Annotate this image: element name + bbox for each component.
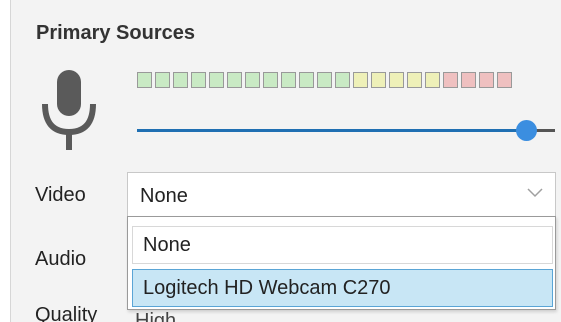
meter-segment <box>407 72 422 88</box>
video-select[interactable]: None <box>127 172 556 217</box>
quality-select-value[interactable]: High <box>135 310 176 322</box>
meter-segment <box>155 72 170 88</box>
video-option-none[interactable]: None <box>132 226 553 264</box>
meter-segment <box>299 72 314 88</box>
meter-segment <box>281 72 296 88</box>
meter-segment <box>353 72 368 88</box>
meter-segment <box>209 72 224 88</box>
primary-sources-panel: Primary Sources Video None Audio Quality… <box>10 0 561 322</box>
audio-label: Audio <box>35 248 87 270</box>
meter-segment <box>173 72 188 88</box>
chevron-down-icon <box>527 188 543 198</box>
quality-label: Quality <box>35 304 98 322</box>
meter-segment <box>227 72 242 88</box>
meter-segment <box>335 72 350 88</box>
meter-segment <box>245 72 260 88</box>
meter-segment <box>137 72 152 88</box>
video-dropdown-list: None Logitech HD Webcam C270 <box>127 216 556 310</box>
meter-segment <box>371 72 386 88</box>
meter-segment <box>443 72 458 88</box>
video-option-logitech[interactable]: Logitech HD Webcam C270 <box>132 269 553 307</box>
microphone-icon <box>42 70 96 150</box>
volume-meter <box>137 72 512 88</box>
meter-segment <box>191 72 206 88</box>
meter-segment <box>263 72 278 88</box>
meter-segment <box>479 72 494 88</box>
meter-segment <box>389 72 404 88</box>
meter-segment <box>317 72 332 88</box>
meter-segment <box>497 72 512 88</box>
meter-segment <box>461 72 476 88</box>
section-title: Primary Sources <box>36 22 195 44</box>
video-label: Video <box>35 184 86 206</box>
slider-track-filled <box>137 129 526 132</box>
volume-slider[interactable] <box>137 118 555 142</box>
slider-thumb[interactable] <box>515 120 537 141</box>
meter-segment <box>425 72 440 88</box>
video-select-value: None <box>140 185 188 207</box>
